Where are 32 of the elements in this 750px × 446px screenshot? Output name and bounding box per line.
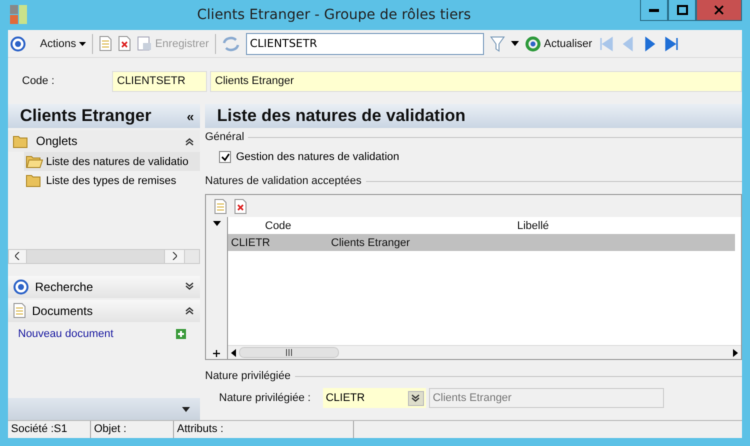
table-row[interactable]: CLIETR Clients Etranger (228, 234, 735, 251)
section-title: Onglets (36, 134, 78, 148)
section-title: Recherche (35, 280, 94, 294)
status-bar-item: Objet : (91, 421, 174, 438)
collapse-button[interactable]: « (186, 108, 194, 124)
field-label: Nature privilégiée : (219, 392, 311, 404)
section-label: Général (205, 131, 742, 143)
column-header: Code (264, 220, 292, 232)
actions-menu[interactable]: Actions (40, 38, 86, 50)
section-header[interactable]: Recherche (8, 276, 200, 298)
section-header[interactable]: Documents (8, 300, 200, 322)
search-field[interactable]: CLIENTSETR (246, 32, 484, 54)
refresh-button[interactable]: Actualiser (524, 36, 592, 52)
description-field[interactable]: Clients Etranger (210, 70, 742, 92)
window-title: Clients Etranger - Groupe de rôles tiers (196, 7, 472, 23)
status-bar-item: Attributs : (174, 421, 354, 438)
nature-dropdown[interactable]: CLIETR (322, 388, 426, 408)
field-label: Code : (22, 75, 56, 87)
section-title: Documents (32, 304, 93, 318)
page-title: Liste des natures de validation (217, 106, 466, 126)
tree-item[interactable]: Liste des types de remises (24, 171, 200, 190)
status-bar-item: Société :S1 (8, 421, 91, 438)
description-field: Clients Etranger (428, 388, 664, 408)
checkbox-label: Gestion des natures de validation (236, 151, 400, 163)
code-field[interactable]: CLIENTSETR (112, 70, 207, 92)
sidebar-title: Clients Etranger (20, 106, 152, 126)
section-header[interactable]: Onglets (8, 130, 200, 152)
section-label: Nature privilégiée (205, 370, 742, 382)
column-header: Libellé (516, 220, 550, 232)
new-document-link[interactable]: Nouveau document (18, 328, 114, 340)
tree-item[interactable]: Liste des natures de validatio (24, 152, 200, 171)
section-label: Natures de validation acceptées (205, 175, 742, 187)
